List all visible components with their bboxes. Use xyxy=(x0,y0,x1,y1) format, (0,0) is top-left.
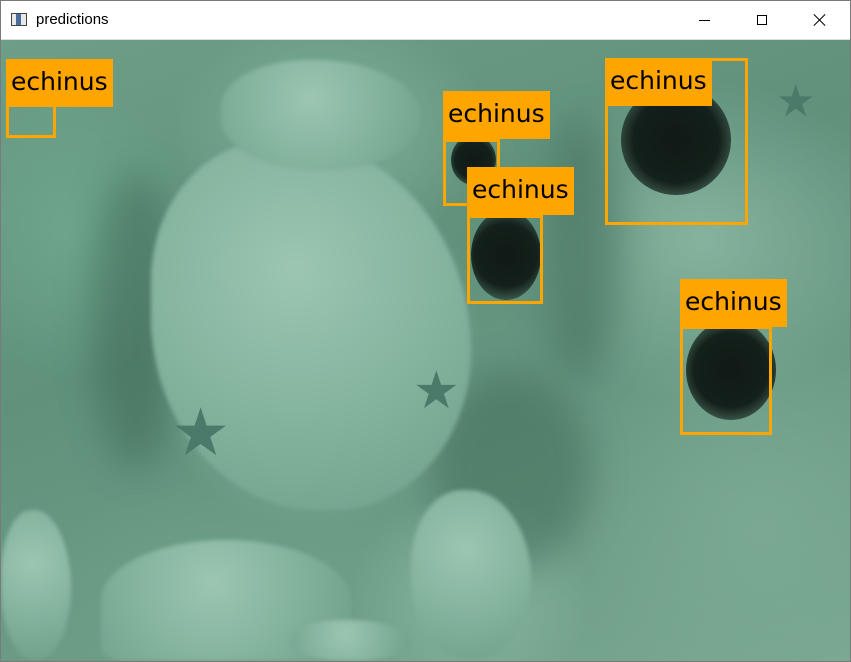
close-icon xyxy=(813,13,827,27)
detection-label: echinus xyxy=(680,279,787,327)
window-title: predictions xyxy=(36,11,109,28)
rock xyxy=(1,510,71,660)
starfish: ★ xyxy=(776,76,816,127)
detection-label: echinus xyxy=(6,59,113,107)
minimize-icon xyxy=(698,19,710,21)
minimize-button[interactable] xyxy=(675,1,733,39)
image-window-icon xyxy=(11,13,27,26)
predictions-window: predictions ★ ★ ★ echinus echinus echinu… xyxy=(0,0,851,662)
detection-box xyxy=(680,326,772,435)
detection-box xyxy=(467,215,543,304)
rock xyxy=(291,620,411,661)
detection-label: echinus xyxy=(467,167,574,215)
title-bar[interactable]: predictions xyxy=(1,1,850,40)
rock xyxy=(221,60,421,170)
detection-label: echinus xyxy=(605,58,712,106)
starfish: ★ xyxy=(171,394,231,471)
starfish: ★ xyxy=(413,361,460,421)
prediction-image: ★ ★ ★ echinus echinus echinus echinus ec… xyxy=(1,40,850,661)
maximize-button[interactable] xyxy=(733,1,791,39)
detection-label: echinus xyxy=(443,91,550,139)
close-button[interactable] xyxy=(791,1,849,39)
maximize-icon xyxy=(757,15,767,25)
